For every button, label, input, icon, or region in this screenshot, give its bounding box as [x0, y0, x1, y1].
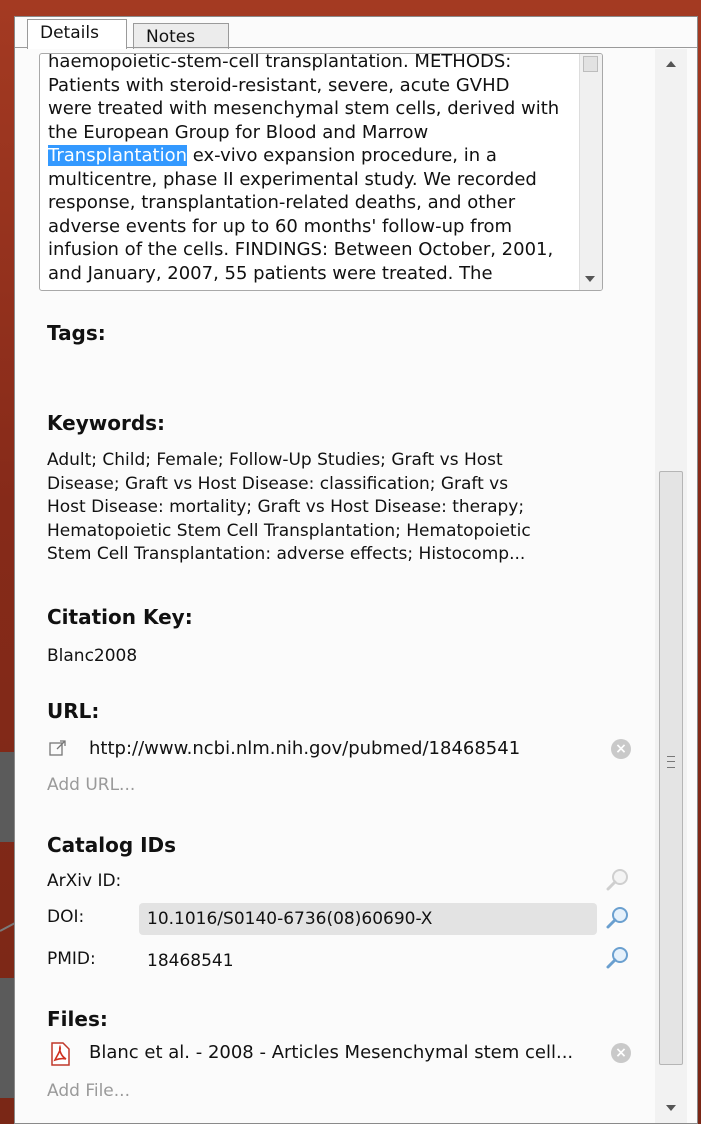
selected-text: Transplantation [48, 145, 187, 166]
pdf-file-icon [51, 1042, 70, 1066]
citation-key-heading: Citation Key: [47, 605, 193, 629]
arxiv-lookup-search-icon[interactable] [605, 867, 631, 893]
scroll-down-arrow-icon[interactable] [666, 1105, 676, 1111]
add-url-link[interactable]: Add URL... [47, 775, 135, 795]
abstract-line: response, transplantation-related deaths… [48, 192, 516, 213]
keywords-heading: Keywords: [47, 411, 166, 435]
scroll-up-arrow-icon[interactable] [666, 61, 676, 67]
pmid-lookup-search-icon[interactable] [605, 945, 631, 971]
pmid-value[interactable]: 18468541 [147, 951, 234, 971]
keywords-text[interactable]: Adult; Child; Female; Follow-Up Studies;… [47, 449, 607, 567]
url-heading: URL: [47, 699, 100, 723]
abstract-line: were treated with mesenchymal stem cells… [48, 98, 560, 119]
abstract-line: Transplantation ex-vivo expansion proced… [48, 144, 578, 168]
add-file-link[interactable]: Add File... [47, 1081, 130, 1101]
abstract-text: haemopoietic-stem-cell transplantation. … [48, 53, 578, 285]
panel-scroll-thumb[interactable] [659, 471, 683, 1065]
files-heading: Files: [47, 1007, 108, 1031]
abstract-line-rest: ex-vivo expansion procedure, in a [187, 145, 497, 166]
keyword-line: Stem Cell Transplantation: adverse effec… [47, 544, 526, 564]
abstract-scroll-thumb[interactable] [583, 56, 598, 72]
abstract-line: adverse events for up to 60 months' foll… [48, 215, 513, 237]
pmid-label: PMID: [47, 949, 96, 969]
citation-key-value[interactable]: Blanc2008 [47, 645, 137, 669]
details-panel: Details Notes haemopoietic-stem-cell tra… [14, 16, 698, 1124]
tab-details[interactable]: Details [27, 19, 127, 49]
doi-lookup-search-icon[interactable] [605, 905, 631, 931]
panel-scrollbar[interactable] [655, 49, 687, 1123]
keyword-line: Disease; Graft vs Host Disease: classifi… [47, 473, 509, 494]
remove-url-icon[interactable]: × [611, 739, 631, 759]
tab-notes-label: Notes [146, 27, 196, 47]
catalog-ids-heading: Catalog IDs [47, 833, 177, 857]
remove-file-icon[interactable]: × [611, 1043, 631, 1063]
abstract-line: haemopoietic-stem-cell transplantation. … [48, 53, 512, 72]
grip-icon [667, 756, 675, 768]
scroll-down-arrow-icon[interactable] [585, 276, 595, 282]
abstract-line: infusion of the cells. FINDINGS: Between… [48, 239, 554, 260]
file-row[interactable]: Blanc et al. - 2008 - Articles Mesenchym… [47, 1041, 637, 1067]
url-row: http://www.ncbi.nlm.nih.gov/pubmed/18468… [47, 737, 631, 763]
keyword-line: Adult; Child; Female; Follow-Up Studies;… [47, 450, 503, 470]
external-link-icon[interactable] [49, 739, 67, 757]
keyword-line: Host Disease: mortality; Graft vs Host D… [47, 497, 525, 517]
abstract-line: Patients with steroid-resistant, severe,… [48, 74, 510, 96]
tab-details-label: Details [40, 23, 99, 43]
arxiv-id-label: ArXiv ID: [47, 871, 122, 891]
abstract-scrollbar[interactable] [579, 54, 602, 290]
tags-heading: Tags: [47, 321, 106, 345]
url-link[interactable]: http://www.ncbi.nlm.nih.gov/pubmed/18468… [89, 737, 520, 761]
doi-value[interactable]: 10.1016/S0140-6736(08)60690-X [147, 909, 432, 929]
keyword-line: Hematopoietic Stem Cell Transplantation;… [47, 520, 531, 541]
file-name[interactable]: Blanc et al. - 2008 - Articles Mesenchym… [89, 1041, 573, 1065]
abstract-textbox[interactable]: haemopoietic-stem-cell transplantation. … [39, 53, 603, 291]
abstract-line: the European Group for Blood and Marrow [48, 121, 429, 143]
abstract-line: multicentre, phase II experimental study… [48, 168, 537, 190]
abstract-line: and January, 2007, 55 patients were trea… [48, 262, 493, 284]
tab-notes[interactable]: Notes [133, 23, 229, 49]
doi-label: DOI: [47, 907, 85, 927]
